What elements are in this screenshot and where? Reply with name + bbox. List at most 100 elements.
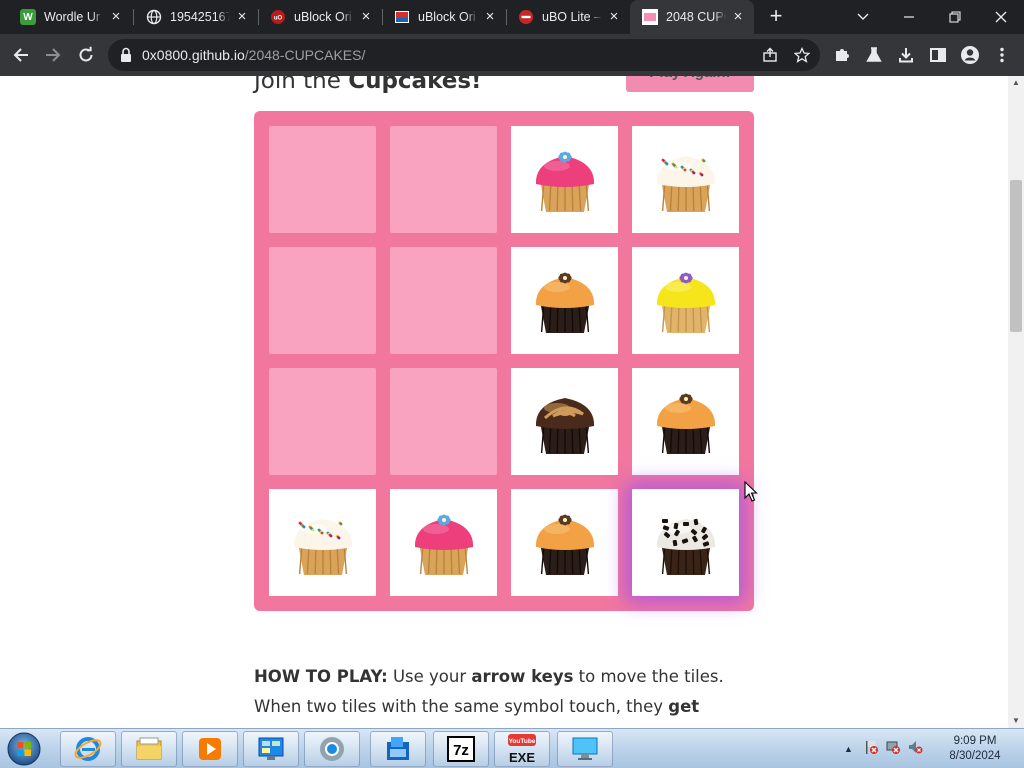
board-tile bbox=[632, 126, 739, 233]
cupcake-orange-chocolate-icon bbox=[656, 393, 716, 454]
profile-avatar-icon[interactable] bbox=[957, 42, 983, 68]
url-host: 0x0800.github.io bbox=[142, 47, 245, 63]
how-to-play-text: HOW TO PLAY: Use your arrow keys to move… bbox=[254, 662, 754, 728]
tab-number[interactable]: 195425167 × bbox=[134, 0, 258, 34]
tab-title: 2048 CUPC bbox=[666, 10, 726, 24]
cupcake-chocolate-swirl-icon bbox=[535, 398, 595, 454]
close-icon[interactable]: × bbox=[730, 9, 746, 25]
7zip-label: 7z bbox=[453, 742, 469, 759]
close-icon[interactable]: × bbox=[358, 9, 374, 25]
flag-warning-icon[interactable] bbox=[863, 739, 879, 760]
network-icon[interactable] bbox=[885, 739, 901, 760]
lock-icon[interactable] bbox=[120, 47, 132, 68]
board-tile bbox=[632, 247, 739, 354]
windows-taskbar: 7z YouTube EXE ▲ 9:09 PM 8/30/2024 bbox=[0, 728, 1024, 768]
close-icon[interactable]: × bbox=[108, 9, 124, 25]
youtube-exe-icon[interactable]: YouTube EXE bbox=[494, 731, 550, 767]
tab-title: uBlock Ori bbox=[418, 10, 476, 24]
clock-time: 9:09 PM bbox=[953, 735, 997, 747]
tab-search-icon[interactable] bbox=[840, 0, 886, 34]
heading-prefix: Join the bbox=[254, 76, 349, 94]
control-panel-icon[interactable] bbox=[243, 731, 299, 767]
close-icon[interactable]: × bbox=[482, 9, 498, 25]
forward-arrow-icon[interactable] bbox=[40, 42, 66, 68]
tab-title: uBlock Ori bbox=[294, 10, 352, 24]
cupcake-yellow-frosting-icon bbox=[656, 272, 716, 333]
cupcake-orange-chocolate-icon bbox=[535, 514, 595, 575]
board-tile bbox=[269, 489, 376, 596]
globe-icon bbox=[146, 9, 162, 25]
game-board bbox=[254, 111, 754, 611]
bookmark-star-icon[interactable] bbox=[792, 45, 812, 65]
board-tile bbox=[632, 489, 739, 596]
board-tile bbox=[511, 368, 618, 475]
howto-text-1: Use your bbox=[387, 667, 472, 686]
scroll-up-arrow-icon[interactable]: ▲ bbox=[1008, 76, 1024, 90]
ublock-icon: uO bbox=[270, 9, 286, 25]
exe-label: EXE bbox=[509, 750, 535, 765]
heading-bold: Cupcakes! bbox=[348, 76, 482, 94]
close-icon[interactable]: × bbox=[606, 9, 622, 25]
file-explorer-icon[interactable] bbox=[121, 731, 177, 767]
page-title: Join the Cupcakes! bbox=[254, 76, 482, 94]
menu-dots-icon[interactable] bbox=[989, 42, 1015, 68]
download-icon[interactable] bbox=[893, 42, 919, 68]
back-arrow-icon[interactable] bbox=[8, 42, 34, 68]
board-tile bbox=[511, 247, 618, 354]
app-window-icon[interactable] bbox=[370, 731, 426, 767]
board-cell-empty bbox=[390, 247, 497, 354]
board-cell-empty bbox=[269, 126, 376, 233]
tab-ublock-origin[interactable]: uO uBlock Ori × bbox=[258, 0, 382, 34]
arrow-keys-label: arrow keys bbox=[471, 667, 574, 686]
board-tile bbox=[511, 489, 618, 596]
new-tab-button[interactable]: + bbox=[764, 5, 788, 29]
url-text: 0x0800.github.io/2048-CUPCAKES/ bbox=[142, 47, 365, 63]
tab-ubo-lite[interactable]: uBO Lite – × bbox=[506, 0, 630, 34]
restore-button[interactable] bbox=[932, 0, 978, 34]
internet-explorer-icon[interactable] bbox=[60, 731, 116, 767]
mouse-cursor-icon bbox=[744, 481, 758, 502]
share-icon[interactable] bbox=[760, 45, 780, 65]
cupcake-cookies-and-cream-icon bbox=[656, 518, 716, 575]
remote-desktop-icon[interactable] bbox=[557, 731, 613, 767]
play-again-button[interactable]: Play Again! bbox=[626, 76, 754, 92]
tab-strip: W Wordle Ur × 195425167 × uO uBlock Ori … bbox=[0, 0, 1024, 34]
7zip-icon[interactable]: 7z bbox=[433, 731, 489, 767]
how-to-play-label: HOW TO PLAY: bbox=[254, 667, 388, 686]
close-window-button[interactable] bbox=[978, 0, 1024, 34]
tab-2048-cupcakes[interactable]: 2048 CUPC × bbox=[630, 0, 754, 34]
chrome-icon[interactable] bbox=[304, 731, 360, 767]
image-icon bbox=[394, 9, 410, 25]
page-scrollbar[interactable]: ▲ ▼ bbox=[1008, 76, 1024, 728]
labs-flask-icon[interactable] bbox=[861, 42, 887, 68]
address-bar[interactable]: 0x0800.github.io/2048-CUPCAKES/ bbox=[108, 39, 820, 71]
svg-text:uO: uO bbox=[274, 16, 283, 22]
browser-toolbar: 0x0800.github.io/2048-CUPCAKES/ bbox=[0, 34, 1024, 76]
cupcake-white-sprinkles-icon bbox=[656, 156, 716, 212]
side-panel-icon[interactable] bbox=[925, 42, 951, 68]
reload-icon[interactable] bbox=[73, 42, 99, 68]
minimize-button[interactable] bbox=[886, 0, 932, 34]
wordle-icon: W bbox=[20, 9, 36, 25]
extensions-puzzle-icon[interactable] bbox=[829, 42, 855, 68]
page-viewport: Join the Cupcakes! Play Again! HOW TO PL… bbox=[0, 76, 1008, 728]
taskbar-clock[interactable]: 9:09 PM 8/30/2024 bbox=[940, 734, 1010, 764]
board-cell-empty bbox=[390, 126, 497, 233]
cupcake-pink-frosting-icon bbox=[414, 514, 474, 575]
scrollbar-thumb[interactable] bbox=[1010, 180, 1022, 332]
start-button[interactable] bbox=[4, 730, 44, 768]
scroll-down-arrow-icon[interactable]: ▼ bbox=[1008, 714, 1024, 728]
board-tile bbox=[511, 126, 618, 233]
close-icon[interactable]: × bbox=[234, 9, 250, 25]
volume-muted-icon[interactable] bbox=[907, 739, 923, 760]
system-tray: ▲ bbox=[844, 729, 923, 768]
tab-ublock-origin-2[interactable]: uBlock Ori × bbox=[382, 0, 506, 34]
show-hidden-icons-icon[interactable]: ▲ bbox=[844, 744, 853, 754]
tab-wordle[interactable]: W Wordle Ur × bbox=[8, 0, 132, 34]
cupcake-favicon bbox=[642, 9, 658, 25]
tab-title: Wordle Ur bbox=[44, 10, 101, 24]
board-cell-empty bbox=[269, 368, 376, 475]
cupcake-pink-frosting-icon bbox=[535, 151, 595, 212]
cupcake-white-sprinkles-icon bbox=[293, 519, 353, 575]
media-player-icon[interactable] bbox=[182, 731, 238, 767]
